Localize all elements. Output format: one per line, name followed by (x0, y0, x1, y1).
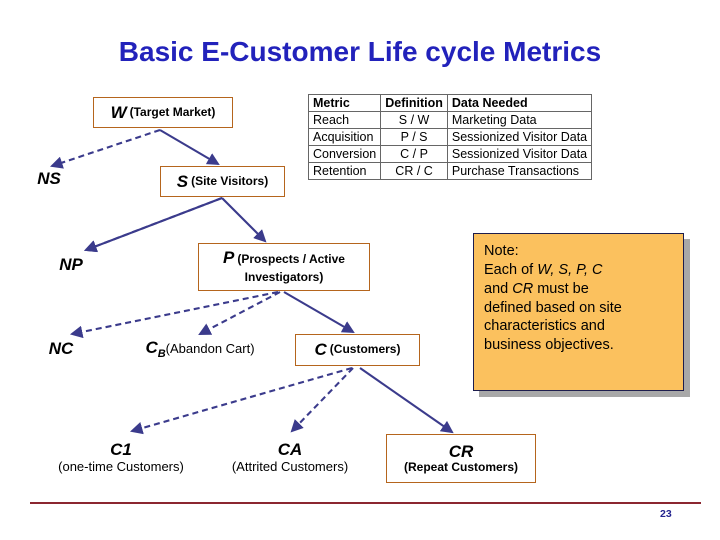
node-c1-desc: (one-time Customers) (58, 458, 184, 474)
node-cb-desc: (Abandon Cart) (165, 341, 255, 356)
note-line-2-italic: CR (512, 280, 534, 297)
cell-definition: P / S (380, 128, 448, 146)
cell-data-needed: Sessionized Visitor Data (446, 145, 593, 163)
cell-metric: Reach (307, 111, 382, 129)
node-cr[interactable]: CR (Repeat Customers) (386, 434, 536, 483)
arrow-c-to-c1 (129, 366, 353, 435)
note-line-5: business objectives. (484, 337, 614, 354)
arrow-p-to-nc (69, 290, 279, 339)
node-cb-subscript: B (157, 348, 166, 361)
arrow-p-to-cb (198, 291, 281, 335)
slide-canvas: Basic E-Customer Life cycle Metrics W (T… (0, 0, 720, 540)
page-number: 23 (660, 508, 672, 520)
note-heading: Note: (484, 243, 519, 259)
arrow-w-to-ns (50, 129, 161, 169)
node-ns-symbol: NS (37, 169, 61, 188)
node-cb: CB(Abandon Cart) (135, 338, 265, 361)
node-c1-symbol: C1 (110, 440, 132, 459)
node-np-symbol: NP (59, 255, 83, 274)
node-p-symbol: P (223, 248, 235, 268)
node-p-desc: (Prospects / Active Investigators) (237, 252, 345, 284)
table-row: Retention CR / C Purchase Transactions (307, 162, 593, 180)
node-cr-desc: (Repeat Customers) (403, 460, 519, 475)
arrow-c-to-cr (359, 367, 454, 434)
table-row: Reach S / W Marketing Data (307, 111, 593, 129)
arrow-p-to-c (283, 291, 355, 334)
table-row: Acquisition P / S Sessionized Visitor Da… (307, 128, 593, 146)
footer-divider (30, 502, 701, 504)
node-np: NP (40, 255, 102, 275)
node-s-desc: (Site Visitors) (191, 173, 269, 188)
arrow-w-to-s (159, 129, 220, 166)
cell-definition: CR / C (380, 162, 448, 180)
note-callout: Note: Each of W, S, P, C and CR must be … (473, 233, 684, 391)
cell-data-needed: Marketing Data (446, 111, 593, 129)
node-w[interactable]: W (Target Market) (93, 97, 233, 128)
cell-metric: Retention (307, 162, 382, 180)
note-line-2: and CR must be (484, 280, 673, 299)
node-ca-symbol: CA (277, 440, 303, 459)
node-ca: CA (Attrited Customers) (207, 440, 373, 474)
node-cr-symbol: CR (448, 442, 474, 462)
node-c-symbol: C (314, 340, 327, 360)
table-header-metric: Metric (307, 94, 382, 112)
node-ca-desc: (Attrited Customers) (231, 458, 349, 474)
arrow-s-to-p (221, 197, 267, 243)
metric-table: Metric Definition Data Needed Reach S / … (307, 94, 593, 180)
node-c[interactable]: C (Customers) (295, 334, 420, 366)
node-w-desc: (Target Market) (129, 104, 216, 119)
node-cb-symbol: C (145, 338, 158, 357)
node-w-symbol: W (110, 102, 127, 122)
note-line-3: defined based on site (484, 299, 622, 316)
arrow-c-to-ca (290, 367, 354, 433)
node-s-symbol: S (176, 171, 189, 191)
cell-definition: S / W (380, 111, 448, 129)
note-line-2-post: must be (533, 280, 589, 297)
page-title: Basic E-Customer Life cycle Metrics (118, 36, 602, 67)
node-s[interactable]: S (Site Visitors) (160, 166, 285, 197)
cell-data-needed: Sessionized Visitor Data (446, 128, 593, 146)
node-nc-symbol: NC (48, 339, 74, 358)
node-c1: C1 (one-time Customers) (38, 440, 204, 474)
node-p[interactable]: P (Prospects / Active Investigators) (198, 243, 370, 291)
table-header-data-needed: Data Needed (446, 94, 593, 112)
note-line-4: characteristics and (484, 318, 605, 335)
table-row: Conversion C / P Sessionized Visitor Dat… (307, 145, 593, 163)
note-line-1: Each of W, S, P, C (484, 261, 673, 280)
cell-metric: Conversion (307, 145, 382, 163)
note-line-1-italic: W, S, P, C (537, 261, 603, 278)
table-header-definition: Definition (380, 94, 448, 112)
node-ns: NS (18, 169, 80, 189)
cell-data-needed: Purchase Transactions (446, 162, 593, 180)
table-header-row: Metric Definition Data Needed (307, 94, 593, 112)
note-line-2-pre: and (484, 280, 513, 297)
cell-metric: Acquisition (307, 128, 382, 146)
cell-definition: C / P (380, 145, 448, 163)
node-c-desc: (Customers) (329, 342, 401, 357)
note-line-1-pre: Each of (484, 261, 538, 278)
node-nc: NC (30, 339, 92, 359)
